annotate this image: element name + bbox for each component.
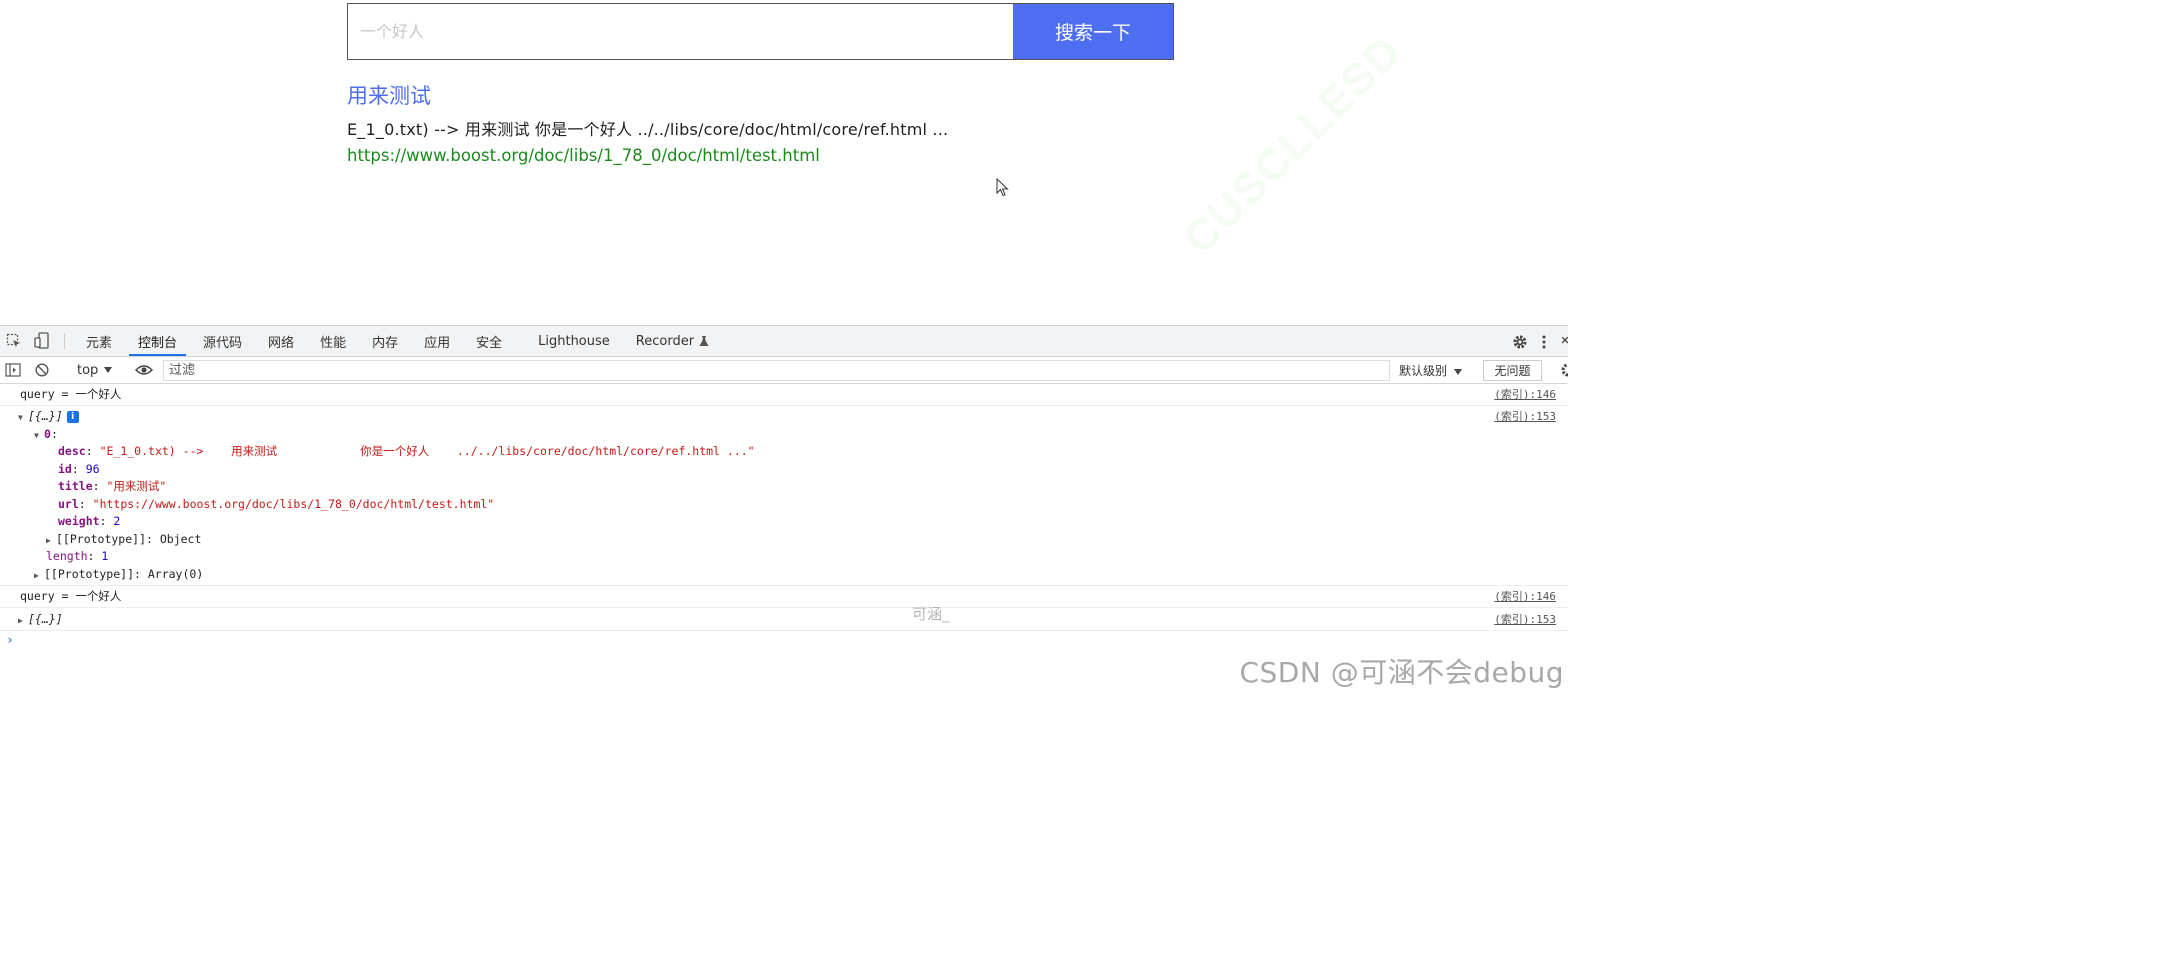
screen: 搜索一下 用来测试 E_1_0.txt) --> 用来测试 你是一个好人 ../… <box>0 0 1568 697</box>
search-result: 用来测试 E_1_0.txt) --> 用来测试 你是一个好人 ../../li… <box>347 80 1047 165</box>
expanded-triangle-icon: ▼ <box>18 413 23 422</box>
search-button[interactable]: 搜索一下 <box>1013 4 1173 59</box>
tab-performance[interactable]: 性能 <box>307 326 359 356</box>
log-value: 一个好人 <box>75 387 122 401</box>
prototype-label: [[Prototype]]: Array(0) <box>44 566 204 581</box>
array-summary: [{…}] <box>28 409 63 423</box>
source-link[interactable]: (索引):153 <box>1494 611 1556 629</box>
context-label: top <box>77 362 99 378</box>
prop-desc: desc: "E_1_0.txt) --> 用来测试 你是一个好人 ../../… <box>58 444 755 458</box>
result-description: E_1_0.txt) --> 用来测试 你是一个好人 ../../libs/co… <box>347 120 949 139</box>
prop-value: "E_1_0.txt) --> 用来测试 你是一个好人 ../../libs/c… <box>99 444 755 458</box>
console-filter-bar: top 默认级别 无问题 <box>0 357 1568 384</box>
expanded-triangle-icon: ▼ <box>34 430 39 440</box>
more-options-icon[interactable] <box>1542 335 1546 349</box>
prop-title: title: "用来测试" <box>58 479 167 493</box>
collapsed-triangle-icon: ▶ <box>34 570 39 580</box>
console-output: query = 一个好人 (索引):146 ▼ [{…}] i (索引):153 ▼… <box>0 384 1568 651</box>
issues-button[interactable]: 无问题 <box>1483 360 1542 381</box>
prototype-object-row[interactable]: ▶ [[Prototype]]: Object <box>20 531 1568 549</box>
prop-length: length: 1 <box>46 549 109 563</box>
log-prefix: query = <box>20 589 76 603</box>
tab-network[interactable]: 网络 <box>255 326 307 356</box>
colon: : <box>50 426 58 441</box>
close-devtools-icon[interactable] <box>1562 336 1568 347</box>
result-url[interactable]: https://www.boost.org/doc/libs/1_78_0/do… <box>347 146 1047 165</box>
prop-value: 2 <box>113 514 121 528</box>
diagonal-watermark: CUSCLLESD <box>1174 25 1412 264</box>
prototype-label: [[Prototype]]: Object <box>56 531 202 546</box>
search-bar: 搜索一下 <box>347 3 1174 60</box>
devtools-right-controls <box>1491 326 1568 357</box>
clear-console-icon[interactable] <box>26 363 58 377</box>
prop-id: id: 96 <box>58 461 100 476</box>
source-link[interactable]: (索引):153 <box>1494 408 1556 426</box>
tab-lighthouse[interactable]: Lighthouse <box>525 326 623 356</box>
prop-key: weight <box>58 514 100 528</box>
collapsed-triangle-icon: ▶ <box>46 535 51 545</box>
prototype-array-row[interactable]: ▶ [[Prototype]]: Array(0) <box>20 566 1568 584</box>
prop-key: desc <box>58 444 86 458</box>
prop-key: url <box>58 496 79 511</box>
console-settings-gear-icon[interactable] <box>1560 363 1568 377</box>
csdn-watermark: CSDN @可涵不会debug <box>1239 656 1564 689</box>
console-filter-input[interactable] <box>163 360 1390 381</box>
prop-value: 96 <box>85 461 100 476</box>
prop-value: "https://www.boost.org/doc/libs/1_78_0/d… <box>92 496 495 511</box>
prop-url: url: "https://www.boost.org/doc/libs/1_7… <box>58 496 495 511</box>
mouse-cursor-icon <box>996 178 1009 197</box>
flask-icon <box>699 335 709 346</box>
center-watermark: 可涵_ <box>912 605 950 623</box>
prop-value: 1 <box>101 549 109 563</box>
live-expression-eye-icon[interactable] <box>131 364 157 376</box>
inspect-element-icon[interactable] <box>0 326 28 356</box>
array-index-row[interactable]: ▼ 0: <box>20 426 1568 444</box>
settings-gear-icon[interactable] <box>1512 334 1528 350</box>
source-link[interactable]: (索引):146 <box>1494 386 1556 404</box>
device-toolbar-icon[interactable] <box>28 326 56 356</box>
array-summary-row[interactable]: ▼ [{…}] i (索引):153 <box>18 408 1568 426</box>
web-page: 搜索一下 用来测试 E_1_0.txt) --> 用来测试 你是一个好人 ../… <box>0 0 1568 325</box>
console-message-collapsed: ▶ [{…}] (索引):153 <box>0 608 1568 631</box>
collapsed-triangle-icon: ▶ <box>18 616 23 625</box>
log-level-label: 默认级别 <box>1399 364 1448 378</box>
log-level-dropdown[interactable]: 默认级别 <box>1399 362 1462 379</box>
array-index: 0 <box>44 426 51 441</box>
console-prompt[interactable]: › <box>0 631 1568 651</box>
source-link[interactable]: (索引):146 <box>1494 588 1556 606</box>
prop-value: "用来测试" <box>106 479 167 493</box>
dropdown-arrow-icon <box>104 367 113 373</box>
tab-security[interactable]: 安全 <box>463 326 515 356</box>
result-title-link[interactable]: 用来测试 <box>347 80 1047 108</box>
console-message-expanded: ▼ [{…}] i (索引):153 ▼ 0: desc: "E_1_0.txt) -… <box>0 406 1568 586</box>
tab-recorder[interactable]: Recorder <box>623 326 722 356</box>
log-prefix: query = <box>20 387 76 401</box>
tab-elements[interactable]: 元素 <box>73 326 125 356</box>
tab-console[interactable]: 控制台 <box>125 326 190 356</box>
console-message: query = 一个好人 (索引):146 <box>0 586 1568 608</box>
prop-key: length <box>46 549 88 563</box>
tab-application[interactable]: 应用 <box>411 326 463 356</box>
prop-key: id <box>58 461 72 476</box>
context-selector[interactable]: top <box>71 363 118 378</box>
console-message: query = 一个好人 (索引):146 <box>0 384 1568 406</box>
info-icon[interactable]: i <box>66 410 79 423</box>
devtools-panel: 元素 控制台 源代码 网络 性能 内存 应用 安全 Lighthouse Rec… <box>0 325 1568 697</box>
search-input[interactable] <box>348 4 1013 59</box>
array-summary: [{…}] <box>28 612 63 626</box>
tab-memory[interactable]: 内存 <box>359 326 411 356</box>
sidebar-toggle-icon[interactable] <box>0 363 26 377</box>
dropdown-arrow-icon <box>1453 369 1462 375</box>
prop-weight: weight: 2 <box>58 514 121 528</box>
prop-key: title <box>58 479 93 493</box>
tab-sources[interactable]: 源代码 <box>190 326 255 356</box>
toolbar-divider <box>64 333 65 349</box>
array-summary-row[interactable]: ▶ [{…}] (索引):153 <box>18 611 1568 629</box>
tab-recorder-label: Recorder <box>635 333 695 349</box>
devtools-tab-bar: 元素 控制台 源代码 网络 性能 内存 应用 安全 Lighthouse Rec… <box>0 326 1568 357</box>
log-value: 一个好人 <box>75 589 122 603</box>
